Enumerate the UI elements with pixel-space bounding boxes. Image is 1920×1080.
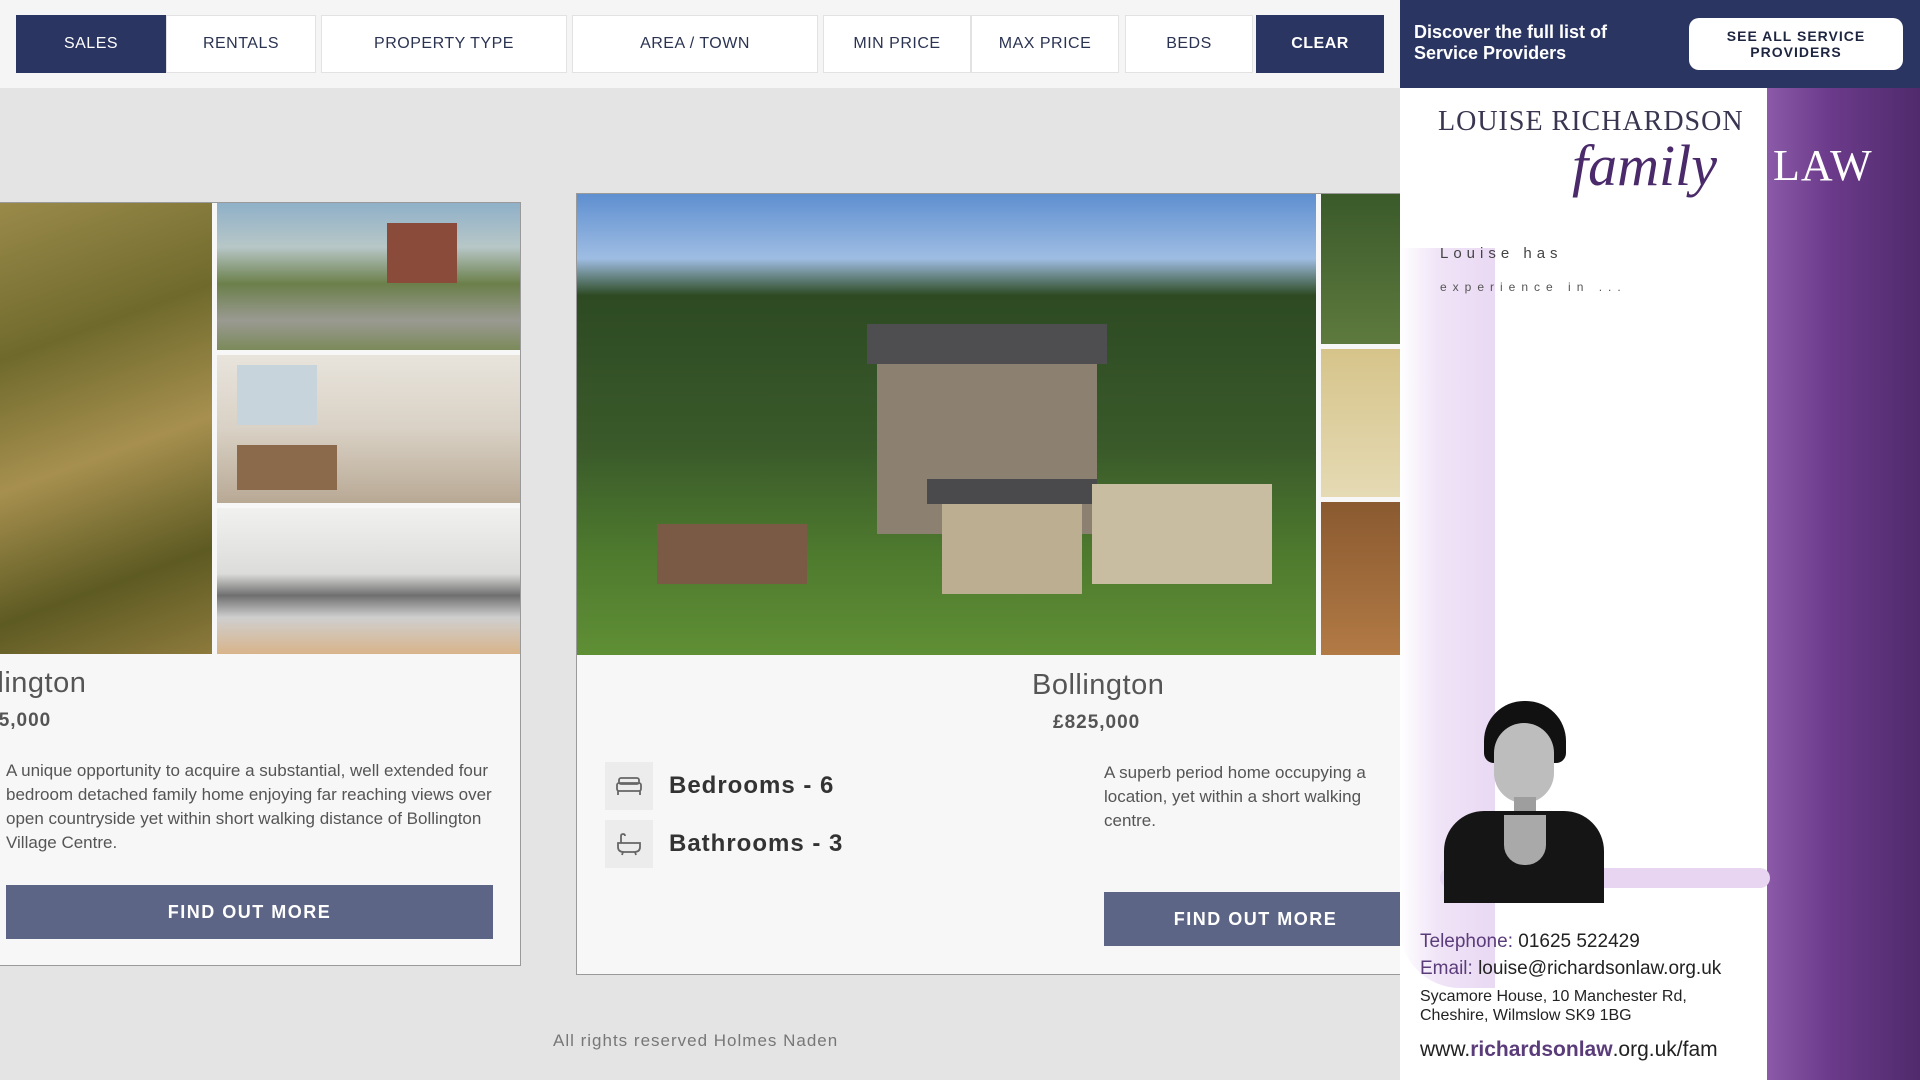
footer-copyright: All rights reserved Holmes Naden <box>553 1031 839 1050</box>
kitchen-photo[interactable] <box>217 508 520 654</box>
listing-town: Bollington <box>0 667 87 699</box>
filter-bar: SALES RENTALS PROPERTY TYPE AREA / TOWN … <box>0 0 1400 88</box>
advert-website[interactable]: www.richardsonlaw.org.uk/fam <box>1420 1038 1718 1062</box>
bath-icon <box>605 820 653 868</box>
advert-address: Sycamore House, 10 Manchester Rd, Cheshi… <box>1420 987 1687 1025</box>
advert-family-script: family <box>1572 133 1717 198</box>
main-house-photo[interactable] <box>577 194 1316 655</box>
advert-law-text: LAW <box>1773 141 1873 190</box>
advert-email: Email: louise@richardsonlaw.org.uk <box>1420 958 1780 980</box>
solicitor-portrait <box>1422 693 1622 903</box>
listing-price: £785,000 <box>0 710 52 731</box>
website-domain: richardsonlaw <box>1470 1038 1613 1061</box>
advert-tagline: Louise has <box>1440 245 1563 262</box>
house-driveway-photo[interactable] <box>217 203 520 350</box>
filter-min-price-dropdown[interactable]: MIN PRICE <box>823 15 971 73</box>
listing-town: Bollington <box>1032 669 1165 701</box>
service-providers-sidebar: Discover the full list of Service Provid… <box>1400 0 1920 1080</box>
promo-text: Discover the full list of Service Provid… <box>1414 22 1608 63</box>
interior-photo[interactable] <box>1321 349 1406 497</box>
email-label: Email: <box>1420 958 1473 979</box>
see-all-service-providers-button[interactable]: SEE ALL SERVICE PROVIDERS <box>1689 18 1903 70</box>
website-suffix: .org.uk/fam <box>1612 1038 1718 1061</box>
filter-area-town-dropdown[interactable]: AREA / TOWN <box>572 15 818 73</box>
bed-icon <box>605 762 653 810</box>
filter-sales-button[interactable]: SALES <box>16 15 166 73</box>
law-firm-advert[interactable]: LOUISE RICHARDSON family LAW Louise has … <box>1400 88 1920 1080</box>
website-prefix: www. <box>1420 1038 1471 1061</box>
filter-max-price-dropdown[interactable]: MAX PRICE <box>971 15 1119 73</box>
listing-card: Bollington £825,000 Bedrooms - 6 Bathroo… <box>576 193 1406 975</box>
advert-purple-panel <box>1767 88 1920 1080</box>
hallway-photo[interactable] <box>1321 502 1406 655</box>
email-address[interactable]: louise@richardsonlaw.org.uk <box>1478 958 1721 979</box>
filter-beds-dropdown[interactable]: BEDS <box>1125 15 1253 73</box>
address-line-1: Sycamore House, 10 Manchester Rd, <box>1420 988 1687 1005</box>
bathrooms-label: Bathrooms - 3 <box>669 830 844 857</box>
address-line-2: Cheshire, Wilmslow SK9 1BG <box>1420 1007 1632 1024</box>
listing-description: A superb period home occupying a locatio… <box>1104 763 1366 830</box>
advert-telephone: Telephone: 01625 522429 <box>1420 931 1780 953</box>
bathrooms-feature: Bathrooms - 3 <box>605 820 843 868</box>
living-room-photo[interactable] <box>217 355 520 503</box>
bedrooms-feature: Bedrooms - 6 <box>605 762 834 810</box>
filter-property-type-dropdown[interactable]: PROPERTY TYPE <box>321 15 567 73</box>
filter-rentals-button[interactable]: RENTALS <box>166 15 316 73</box>
listing-description: A unique opportunity to acquire a substa… <box>6 761 492 852</box>
find-out-more-button[interactable]: FIND OUT MORE <box>1104 892 1406 946</box>
advert-tagline-continued: experience in ... <box>1440 280 1627 294</box>
garden-photo[interactable] <box>1321 194 1406 344</box>
service-providers-promo: Discover the full list of Service Provid… <box>1400 0 1920 88</box>
listing-price: £825,000 <box>1053 712 1141 733</box>
find-out-more-button[interactable]: FIND OUT MORE <box>6 885 493 939</box>
listing-card: Bollington £785,000 A unique opportunity… <box>0 202 521 966</box>
clear-filters-button[interactable]: CLEAR <box>1256 15 1384 73</box>
bedrooms-label: Bedrooms - 6 <box>669 772 835 799</box>
telephone-label: Telephone: <box>1420 931 1513 952</box>
telephone-number[interactable]: 01625 522429 <box>1518 931 1640 952</box>
hedge-photo[interactable] <box>0 203 212 654</box>
